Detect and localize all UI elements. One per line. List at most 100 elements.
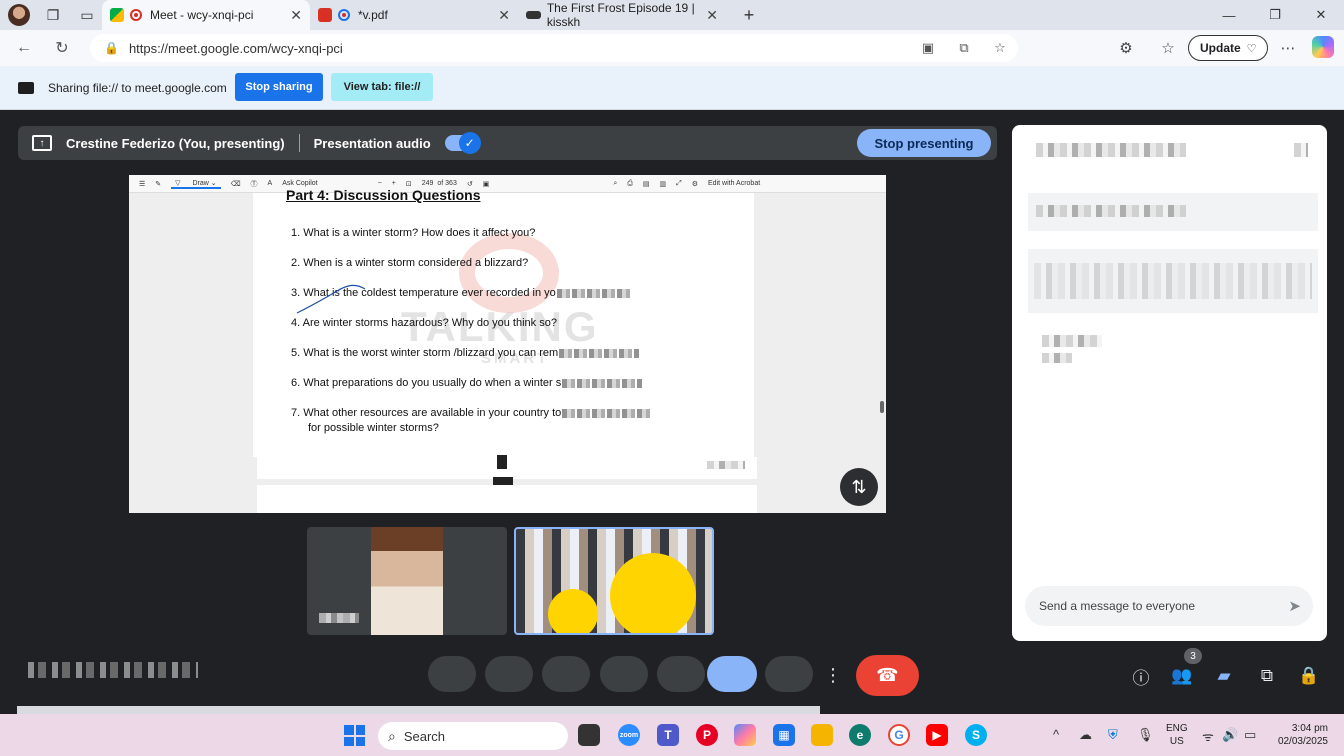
presentation-audio-toggle[interactable]: ✓: [444, 132, 481, 154]
show-hidden-icons[interactable]: ^: [1053, 727, 1059, 742]
camera-icon[interactable]: ▣: [910, 40, 946, 56]
store-icon[interactable]: ▦: [773, 724, 795, 746]
task-view-icon[interactable]: [578, 724, 600, 746]
skype-icon[interactable]: S: [965, 724, 987, 746]
tab-pdf[interactable]: *v.pdf ✕: [310, 0, 518, 30]
workspaces-icon[interactable]: ❐: [42, 4, 64, 26]
clock[interactable]: 3:04 pm 02/03/2025: [1270, 722, 1328, 748]
chat-input[interactable]: Send a message to everyone ➤: [1025, 586, 1313, 626]
search-placeholder: Search: [403, 728, 446, 744]
more-options-icon[interactable]: ⋮: [824, 660, 842, 690]
onedrive-icon[interactable]: ☁: [1079, 727, 1092, 743]
tab-kisskh[interactable]: The First Frost Episode 19 | kisskh ✕: [518, 0, 726, 30]
volume-icon[interactable]: 🔊: [1222, 727, 1238, 743]
contents-icon[interactable]: ☰: [139, 180, 145, 188]
eraser-icon[interactable]: ⌫: [231, 180, 241, 188]
draw-button[interactable]: ▽ Draw ⌄: [171, 179, 221, 189]
read-aloud-icon[interactable]: A: [268, 180, 273, 187]
battery-icon[interactable]: ▭: [1244, 727, 1256, 743]
search-icon[interactable]: ⌕: [613, 180, 617, 188]
page-view-icon[interactable]: ▣: [483, 180, 490, 188]
tab-actions-icon[interactable]: ▭: [76, 4, 98, 26]
edge-icon[interactable]: e: [849, 724, 871, 746]
print-icon[interactable]: ⎙: [627, 180, 633, 188]
highlight-icon[interactable]: ✎: [155, 180, 161, 188]
save-as-icon[interactable]: ▥: [660, 180, 667, 188]
participant-video: [371, 527, 443, 635]
next-page-top: [257, 485, 757, 513]
taskbar-search[interactable]: ⌕ Search: [378, 722, 568, 750]
reload-icon[interactable]: ↻: [48, 34, 76, 62]
windows-start-icon[interactable]: [344, 725, 365, 746]
favorite-star-icon[interactable]: ☆: [982, 40, 1018, 56]
close-panel-icon[interactable]: [1294, 143, 1308, 157]
zoom-in-icon[interactable]: +: [392, 180, 396, 187]
new-tab-icon[interactable]: +: [738, 4, 760, 26]
copilot-icon[interactable]: [1312, 36, 1334, 58]
stop-sharing-button[interactable]: Stop sharing: [235, 73, 323, 101]
view-tab-button[interactable]: View tab: file://: [331, 73, 433, 101]
close-tab-icon[interactable]: ✕: [706, 7, 718, 24]
close-window-icon[interactable]: ✕: [1298, 0, 1344, 30]
extensions-icon[interactable]: ⚙: [1112, 34, 1140, 62]
update-button[interactable]: Update ♡: [1188, 35, 1268, 61]
meeting-info-icon[interactable]: ⓘ: [1129, 664, 1153, 688]
close-tab-icon[interactable]: ✕: [498, 7, 510, 24]
camera-button[interactable]: [485, 656, 533, 692]
watermark-logo: [459, 233, 559, 313]
more-controls-button[interactable]: [765, 656, 813, 692]
chat-icon[interactable]: ▰: [1212, 664, 1236, 688]
text-icon[interactable]: Ⓣ: [251, 179, 258, 189]
google-icon[interactable]: G: [888, 724, 910, 746]
address-bar-row: ← ↻ 🔒 https://meet.google.com/wcy-xnqi-p…: [0, 30, 1344, 66]
close-tab-icon[interactable]: ✕: [290, 7, 302, 24]
leave-call-button[interactable]: ☎: [856, 655, 919, 696]
redacted-text: [1034, 263, 1312, 299]
pdf-scrollbar[interactable]: [880, 401, 884, 413]
defender-icon[interactable]: ⛨: [1108, 727, 1118, 743]
teams-icon[interactable]: T: [657, 724, 679, 746]
participant-tile[interactable]: [514, 527, 714, 635]
raise-hand-button[interactable]: [657, 656, 705, 692]
present-button[interactable]: [707, 656, 757, 692]
captions-button[interactable]: [600, 656, 648, 692]
cast-icon[interactable]: ⧉: [946, 40, 982, 56]
url-bar[interactable]: 🔒 https://meet.google.com/wcy-xnqi-pci ▣…: [90, 34, 1018, 62]
back-icon[interactable]: ←: [10, 34, 38, 62]
send-icon[interactable]: ➤: [1288, 597, 1301, 615]
jump-to-bottom-button[interactable]: ⇅: [840, 468, 878, 506]
host-controls-icon[interactable]: 🔒: [1297, 664, 1321, 688]
maximize-icon[interactable]: ❐: [1252, 0, 1298, 30]
microphone-button[interactable]: [428, 656, 476, 692]
ask-copilot-button[interactable]: Ask Copilot: [282, 180, 317, 187]
chat-message-redacted: [1042, 353, 1072, 363]
participant-tile[interactable]: [307, 527, 507, 635]
youtube-icon[interactable]: ▶: [926, 724, 948, 746]
browser-tab-bar: ❐ ▭ Meet - wcy-xnqi-pci ✕ *v.pdf ✕ The F…: [0, 0, 1344, 30]
site-info-icon[interactable]: 🔒: [104, 41, 119, 55]
people-icon[interactable]: 👥: [1170, 664, 1194, 688]
pinterest-icon[interactable]: P: [696, 724, 718, 746]
page-number[interactable]: 249: [422, 180, 434, 187]
zoom-icon[interactable]: zoom: [618, 724, 640, 746]
save-icon[interactable]: ▤: [643, 180, 650, 188]
stop-presenting-button[interactable]: Stop presenting: [857, 129, 991, 157]
language-indicator[interactable]: ENG US: [1166, 722, 1188, 748]
minimize-icon[interactable]: —: [1206, 0, 1252, 30]
file-explorer-icon[interactable]: [811, 724, 833, 746]
favorites-icon[interactable]: ☆: [1154, 34, 1182, 62]
microphone-tray-icon[interactable]: 🎙: [1137, 727, 1154, 743]
settings-icon[interactable]: ⚙: [692, 180, 698, 188]
tab-meet[interactable]: Meet - wcy-xnqi-pci ✕: [102, 0, 310, 30]
edit-with-acrobat[interactable]: Edit with Acrobat: [708, 180, 760, 187]
profile-avatar[interactable]: [8, 4, 30, 26]
reactions-button[interactable]: [542, 656, 590, 692]
redacted-text: [1036, 205, 1186, 217]
more-menu-icon[interactable]: ⋯: [1274, 34, 1302, 62]
activities-icon[interactable]: ⧉: [1255, 664, 1279, 688]
zoom-out-icon[interactable]: −: [378, 180, 382, 187]
wifi-icon[interactable]: ᯤ: [1202, 727, 1214, 745]
copilot-app-icon[interactable]: [734, 724, 756, 746]
fullscreen-icon[interactable]: ⤢: [676, 180, 682, 188]
question-5: 5. What is the worst winter storm /blizz…: [291, 347, 640, 359]
